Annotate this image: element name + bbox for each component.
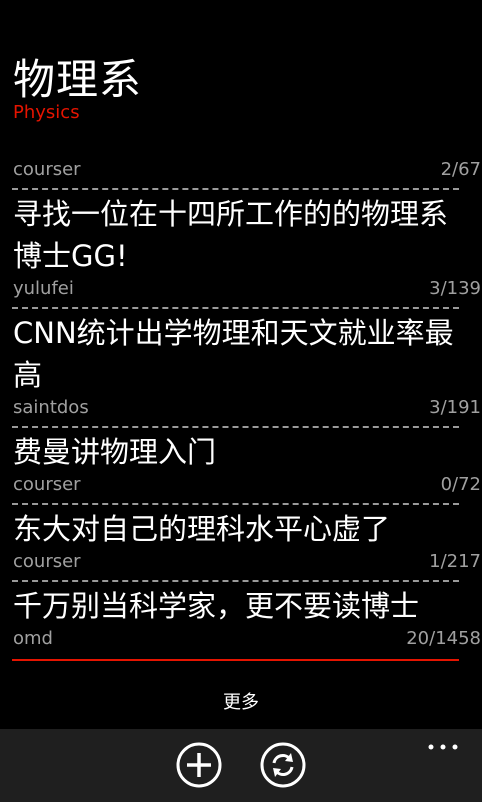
topic-item[interactable]: 东大对自己的理科水平心虚了 courser 1/217 — [13, 508, 481, 574]
topic-reply-count: 20/1458 — [406, 628, 481, 649]
topic-meta: courser 2/67 — [13, 158, 481, 182]
topic-meta: yulufei 3/139 — [13, 277, 481, 301]
refresh-button[interactable] — [260, 742, 306, 788]
ellipsis-icon — [428, 744, 458, 750]
topic-reply-count: 2/67 — [440, 159, 481, 180]
topic-meta: courser 1/217 — [13, 550, 481, 574]
topic-list: courser 2/67 寻找一位在十四所工作的的物理系博士GG! yulufe… — [12, 156, 481, 661]
add-icon — [176, 742, 222, 788]
board-header: 物理系 Physics — [13, 55, 143, 124]
divider — [12, 426, 459, 428]
topic-meta: courser 0/72 — [13, 473, 481, 497]
topic-item[interactable]: courser 2/67 — [13, 158, 481, 182]
topic-item[interactable]: 千万别当科学家，更不要读博士 omd 20/1458 — [13, 585, 481, 651]
topic-item[interactable]: 费曼讲物理入门 courser 0/72 — [13, 431, 481, 497]
board-subtitle: Physics — [13, 102, 80, 123]
topic-meta: omd 20/1458 — [13, 627, 481, 651]
refresh-icon — [260, 742, 306, 788]
topic-item[interactable]: 寻找一位在十四所工作的的物理系博士GG! yulufei 3/139 — [13, 193, 481, 301]
topic-meta: saintdos 3/191 — [13, 396, 481, 420]
topic-reply-count: 1/217 — [429, 551, 481, 572]
board-title: 物理系 — [13, 55, 143, 104]
divider — [12, 307, 459, 309]
topic-title: 东大对自己的理科水平心虚了 — [13, 512, 391, 546]
topic-item[interactable]: CNN统计出学物理和天文就业率最高 saintdos 3/191 — [13, 312, 481, 420]
topic-author: courser — [13, 551, 81, 572]
load-more-button[interactable]: 更多 — [0, 688, 482, 714]
topic-title: 费曼讲物理入门 — [13, 435, 217, 469]
divider — [12, 580, 459, 582]
topic-reply-count: 0/72 — [440, 474, 481, 495]
topic-title: 寻找一位在十四所工作的的物理系博士GG! — [13, 197, 449, 273]
list-end-divider — [12, 659, 459, 661]
topic-reply-count: 3/191 — [429, 397, 481, 418]
divider — [12, 188, 459, 190]
app-bar — [0, 729, 482, 802]
topic-title: 千万别当科学家，更不要读博士 — [13, 589, 420, 623]
add-button[interactable] — [176, 742, 222, 788]
topic-author: courser — [13, 474, 81, 495]
topic-title: CNN统计出学物理和天文就业率最高 — [13, 316, 454, 392]
topic-author: omd — [13, 628, 53, 649]
more-menu-button[interactable] — [428, 737, 458, 750]
topic-author: courser — [13, 159, 81, 180]
topic-author: yulufei — [13, 278, 74, 299]
topic-author: saintdos — [13, 397, 89, 418]
divider — [12, 503, 459, 505]
topic-reply-count: 3/139 — [429, 278, 481, 299]
